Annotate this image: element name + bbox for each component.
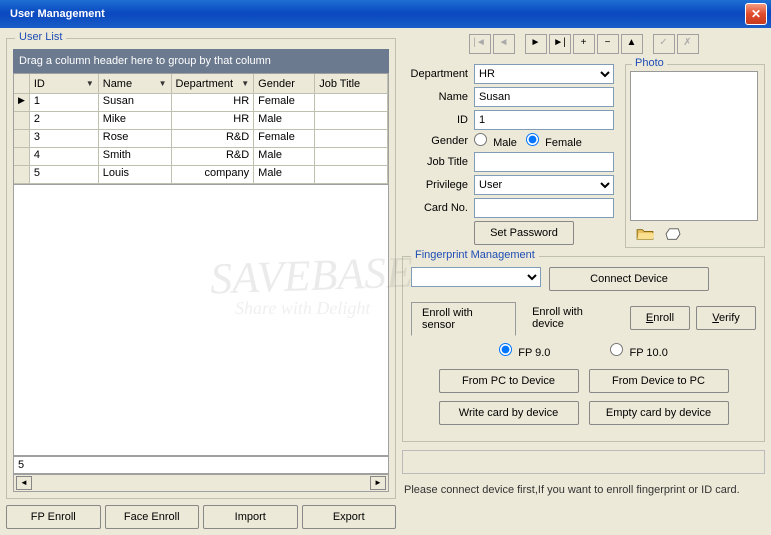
col-name[interactable]: Name▼ <box>99 74 172 94</box>
enroll-button[interactable]: Enroll <box>630 306 690 330</box>
grid-empty-area <box>13 185 389 456</box>
dropdown-icon: ▼ <box>241 79 249 88</box>
write-card-button[interactable]: Write card by device <box>439 401 579 425</box>
fp10-option[interactable]: FP 10.0 <box>610 343 667 359</box>
user-list-title: User List <box>15 31 66 43</box>
nav-first-icon[interactable]: |◄ <box>469 34 491 54</box>
nav-edit-icon[interactable]: ▲ <box>621 34 643 54</box>
nav-last-icon[interactable]: ►| <box>549 34 571 54</box>
row-selector-header[interactable] <box>14 74 30 94</box>
label-id: ID <box>402 114 474 126</box>
label-privilege: Privilege <box>402 179 474 191</box>
label-jobtitle: Job Title <box>402 156 474 168</box>
h-scrollbar[interactable]: ◄ ► <box>13 474 389 492</box>
scroll-right-icon[interactable]: ► <box>370 476 386 490</box>
nav-cancel-icon[interactable]: ✗ <box>677 34 699 54</box>
fp-device-select[interactable] <box>411 267 541 287</box>
nav-strip: |◄ ◄ ► ►| + − ▲ ✓ ✗ <box>402 34 765 54</box>
nav-add-icon[interactable]: + <box>573 34 595 54</box>
window-title: User Management <box>4 8 105 20</box>
nav-save-icon[interactable]: ✓ <box>653 34 675 54</box>
row-indicator <box>14 166 30 184</box>
photo-area <box>630 71 758 221</box>
jobtitle-input[interactable] <box>474 152 614 172</box>
hint-text: Please connect device first,If you want … <box>402 480 765 500</box>
nav-prev-icon[interactable]: ◄ <box>493 34 515 54</box>
table-row[interactable]: 3RoseR&DFemale <box>14 130 388 148</box>
open-folder-icon[interactable] <box>636 227 654 241</box>
privilege-select[interactable]: User <box>474 175 614 195</box>
user-list-group: User List Drag a column header here to g… <box>6 38 396 499</box>
label-cardno: Card No. <box>402 202 474 214</box>
table-row[interactable]: ▶1SusanHRFemale <box>14 94 388 112</box>
col-jobtitle[interactable]: Job Title <box>315 74 388 94</box>
row-indicator <box>14 130 30 148</box>
photo-group: Photo <box>625 64 765 248</box>
fp-enroll-button[interactable]: FP Enroll <box>6 505 101 529</box>
tab-enroll-sensor[interactable]: Enroll with sensor <box>411 302 516 336</box>
group-drag-hint[interactable]: Drag a column header here to group by th… <box>13 49 389 73</box>
user-grid: ID▼ Name▼ Department▼ Gender Job Title ▶… <box>13 73 389 185</box>
name-input[interactable] <box>474 87 614 107</box>
nav-next-icon[interactable]: ► <box>525 34 547 54</box>
verify-button[interactable]: Verify <box>696 306 756 330</box>
filter-row[interactable]: 5 <box>13 456 389 474</box>
table-row[interactable]: 5LouiscompanyMale <box>14 166 388 184</box>
grid-header: ID▼ Name▼ Department▼ Gender Job Title <box>14 74 388 94</box>
row-indicator <box>14 112 30 130</box>
empty-card-button[interactable]: Empty card by device <box>589 401 729 425</box>
face-enroll-button[interactable]: Face Enroll <box>105 505 200 529</box>
label-gender: Gender <box>402 135 474 147</box>
close-button[interactable]: ✕ <box>745 3 767 25</box>
dropdown-icon: ▼ <box>159 79 167 88</box>
export-button[interactable]: Export <box>302 505 397 529</box>
grid-body: ▶1SusanHRFemale2MikeHRMale3RoseR&DFemale… <box>14 94 388 184</box>
status-box <box>402 450 765 474</box>
device-to-pc-button[interactable]: From Device to PC <box>589 369 729 393</box>
fingerprint-title: Fingerprint Management <box>411 249 539 261</box>
scroll-left-icon[interactable]: ◄ <box>16 476 32 490</box>
nav-remove-icon[interactable]: − <box>597 34 619 54</box>
gender-female-option[interactable]: Female <box>526 133 582 149</box>
photo-label: Photo <box>632 57 667 69</box>
tab-enroll-device[interactable]: Enroll with device <box>522 302 624 334</box>
table-row[interactable]: 4SmithR&DMale <box>14 148 388 166</box>
department-select[interactable]: HR <box>474 64 614 84</box>
pc-to-device-button[interactable]: From PC to Device <box>439 369 579 393</box>
row-indicator <box>14 148 30 166</box>
table-row[interactable]: 2MikeHRMale <box>14 112 388 130</box>
erase-icon[interactable] <box>664 227 682 241</box>
label-name: Name <box>402 91 474 103</box>
col-gender[interactable]: Gender <box>254 74 315 94</box>
gender-male-option[interactable]: Male <box>474 133 517 149</box>
fp9-option[interactable]: FP 9.0 <box>499 343 550 359</box>
id-input[interactable] <box>474 110 614 130</box>
col-id[interactable]: ID▼ <box>30 74 99 94</box>
dropdown-icon: ▼ <box>86 79 94 88</box>
title-bar: User Management ✕ <box>0 0 771 28</box>
label-department: Department <box>402 68 474 80</box>
set-password-button[interactable]: Set Password <box>474 221 574 245</box>
import-button[interactable]: Import <box>203 505 298 529</box>
row-indicator: ▶ <box>14 94 30 112</box>
cardno-input[interactable] <box>474 198 614 218</box>
fingerprint-group: Fingerprint Management Connect Device En… <box>402 256 765 442</box>
connect-device-button[interactable]: Connect Device <box>549 267 709 291</box>
col-department[interactable]: Department▼ <box>172 74 255 94</box>
